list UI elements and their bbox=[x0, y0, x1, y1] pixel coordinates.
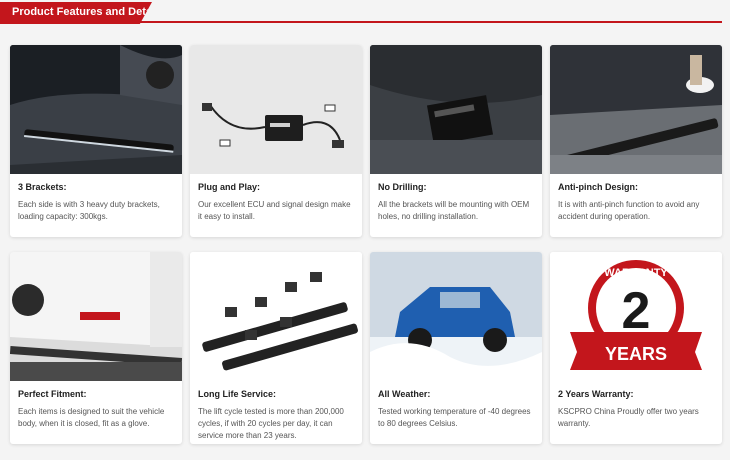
white-truck-side-image bbox=[10, 252, 182, 381]
card-title: Anti-pinch Design: bbox=[558, 182, 638, 192]
warranty-badge-image: WARRANTY 2 YEARS bbox=[550, 252, 722, 381]
card-description: Our excellent ECU and signal design make… bbox=[198, 200, 351, 221]
warranty-top-label: WARRANTY bbox=[604, 267, 668, 279]
card-title: Long Life Service: bbox=[198, 389, 277, 399]
running-board-kit-image bbox=[190, 252, 362, 381]
card-title: No Drilling: bbox=[378, 182, 427, 192]
ecu-wiring-kit-image bbox=[190, 45, 362, 174]
card-description: Tested working temperature of -40 degree… bbox=[378, 407, 531, 428]
card-description: KSCPRO China Proudly offer two years war… bbox=[558, 407, 699, 428]
card-title: 3 Brackets: bbox=[18, 182, 67, 192]
feature-card-no-drilling[interactable]: No Drilling: All the brackets will be mo… bbox=[370, 45, 542, 237]
running-board-closeup-image bbox=[10, 45, 182, 174]
section-title-tab: Product Features and Details bbox=[0, 2, 152, 24]
feature-card-all-weather[interactable]: All Weather: Tested working temperature … bbox=[370, 252, 542, 444]
card-title: Plug and Play: bbox=[198, 182, 261, 192]
card-description: Each items is designed to suit the vehic… bbox=[18, 407, 165, 428]
feature-card-anti-pinch[interactable]: Anti-pinch Design: It is with anti-pinch… bbox=[550, 45, 722, 237]
card-title: 2 Years Warranty: bbox=[558, 389, 634, 399]
warranty-number: 2 bbox=[622, 282, 651, 340]
card-description: All the brackets will be mounting with O… bbox=[378, 200, 530, 221]
card-description: The lift cycle tested is more than 200,0… bbox=[198, 407, 344, 440]
warranty-bottom-label: YEARS bbox=[605, 344, 667, 364]
blue-truck-snow-image bbox=[370, 252, 542, 381]
section-title: Product Features and Details bbox=[12, 6, 165, 18]
card-description: Each side is with 3 heavy duty brackets,… bbox=[18, 200, 160, 221]
feature-card-brackets[interactable]: 3 Brackets: Each side is with 3 heavy du… bbox=[10, 45, 182, 237]
feature-card-long-life[interactable]: Long Life Service: The lift cycle tested… bbox=[190, 252, 362, 444]
card-title: Perfect Fitment: bbox=[18, 389, 87, 399]
card-description: It is with anti-pinch function to avoid … bbox=[558, 200, 700, 221]
card-title: All Weather: bbox=[378, 389, 431, 399]
feature-card-warranty[interactable]: WARRANTY 2 YEARS 2 Years Warranty: KSCPR… bbox=[550, 252, 722, 444]
warranty-badge: WARRANTY 2 YEARS bbox=[550, 252, 722, 381]
header-divider bbox=[140, 21, 722, 23]
feature-card-plug-and-play[interactable]: Plug and Play: Our excellent ECU and sig… bbox=[190, 45, 362, 237]
bracket-mount-image bbox=[370, 45, 542, 174]
feature-card-fitment[interactable]: Perfect Fitment: Each items is designed … bbox=[10, 252, 182, 444]
step-with-foot-image bbox=[550, 45, 722, 174]
section-header: Product Features and Details bbox=[0, 0, 730, 26]
